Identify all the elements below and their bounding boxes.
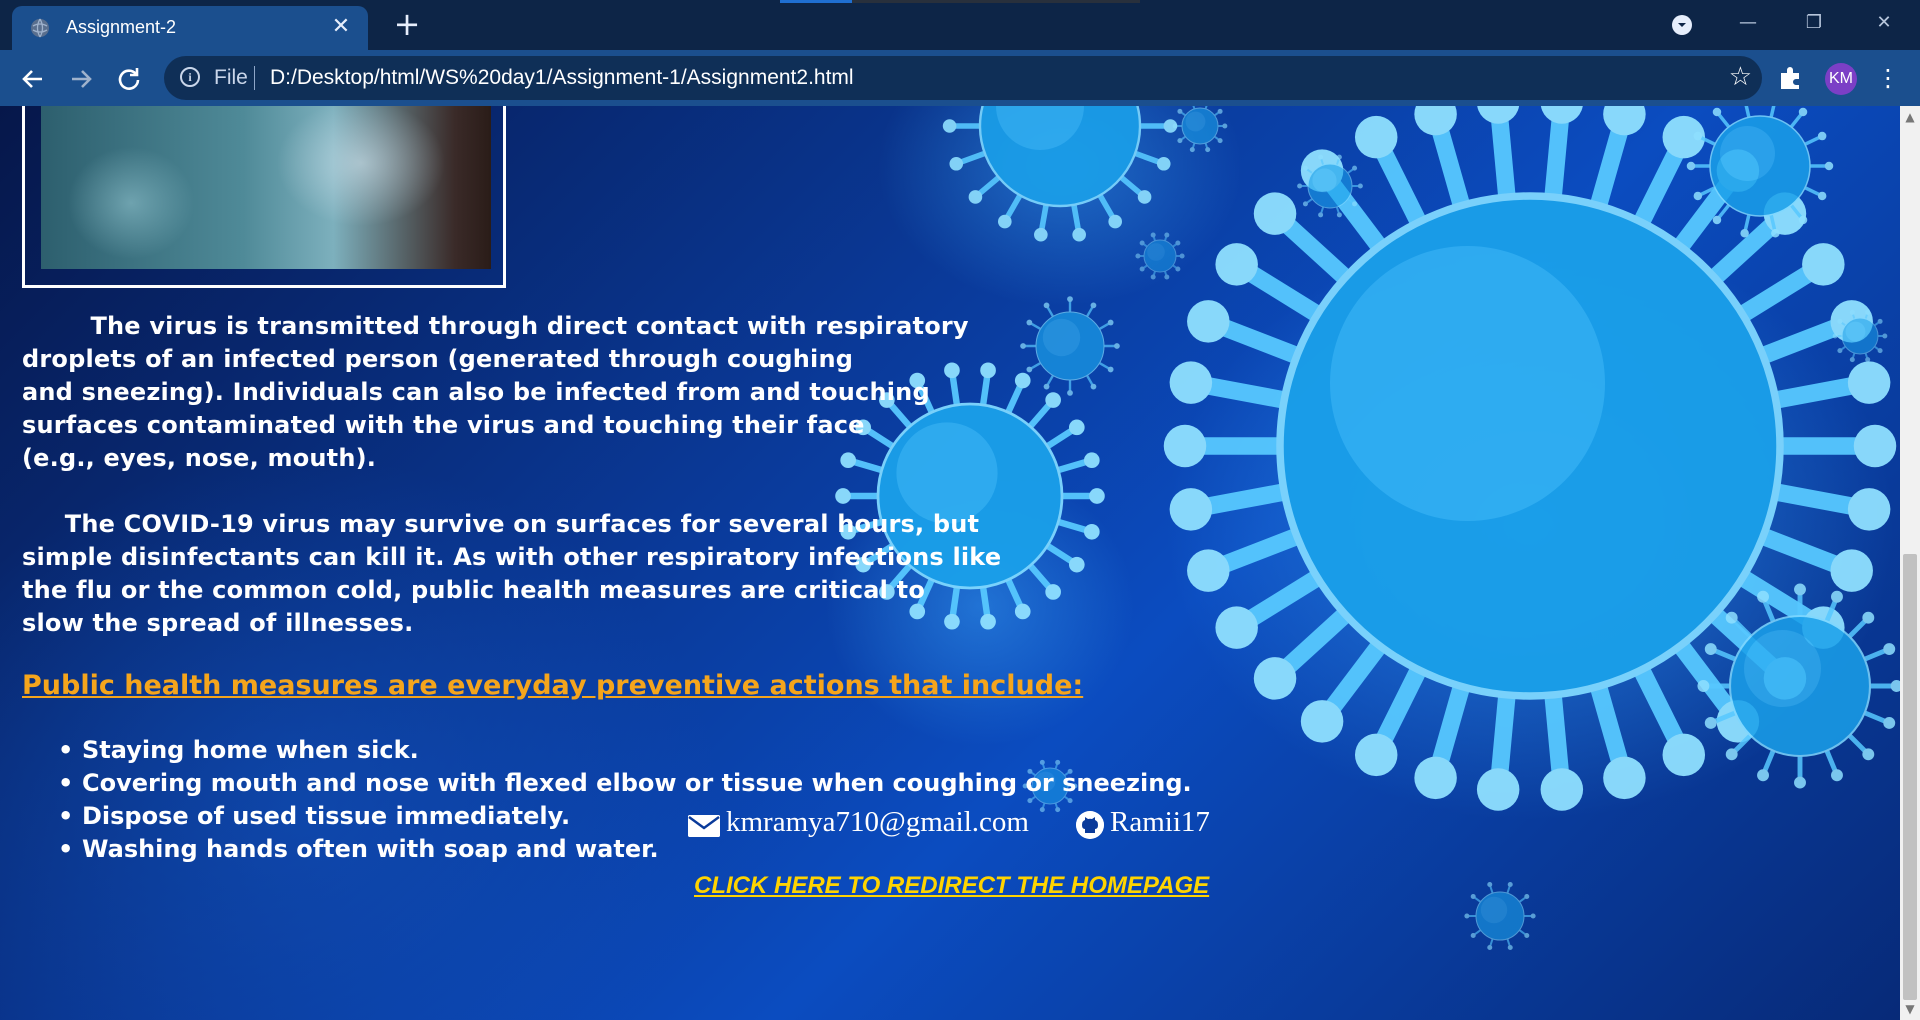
measures-list: • Staying home when sick. • Covering mouth…: [56, 734, 1192, 866]
browser-titlebar: Assignment-2 ✕ + — ❐ ✕: [0, 0, 1920, 50]
bookmark-star-icon[interactable]: ☆: [1729, 63, 1752, 91]
forward-arrow-icon[interactable]: [66, 64, 96, 94]
hero-image-frame: [22, 106, 506, 288]
list-item: • Staying home when sick.: [58, 736, 419, 764]
kebab-menu-icon[interactable]: ⋮: [1876, 64, 1900, 94]
reload-icon[interactable]: [114, 64, 144, 94]
scrollbar-thumb[interactable]: [1903, 554, 1917, 1000]
close-window-icon[interactable]: ✕: [1866, 8, 1902, 38]
new-tab-button[interactable]: +: [390, 8, 424, 42]
info-icon[interactable]: i: [180, 67, 200, 87]
envelope-icon: [688, 815, 720, 837]
globe-icon: [31, 18, 49, 38]
page-scrollbar[interactable]: ▲ ▼: [1900, 106, 1920, 1020]
github-link[interactable]: Ramii17: [1110, 806, 1210, 839]
address-bar[interactable]: i File D:/Desktop/html/WS%20day1/Assignm…: [164, 56, 1762, 100]
tab-search-icon[interactable]: [1672, 15, 1692, 35]
browser-toolbar: i File D:/Desktop/html/WS%20day1/Assignm…: [0, 50, 1920, 106]
scroll-up-arrow-icon[interactable]: ▲: [1900, 110, 1920, 124]
email-link[interactable]: kmramya710@gmail.com: [726, 806, 1029, 839]
tab-close-icon[interactable]: ✕: [328, 14, 354, 40]
transmission-paragraph: The virus is transmitted through direct …: [22, 312, 969, 472]
restore-icon[interactable]: ❐: [1796, 8, 1832, 38]
omnibox-divider: [254, 66, 255, 90]
tab-title: Assignment-2: [66, 17, 177, 37]
avatar[interactable]: KM: [1825, 63, 1857, 95]
homepage-redirect-link[interactable]: CLICK HERE TO REDIRECT THE HOMEPAGE: [694, 872, 1209, 900]
url-scheme: File: [214, 66, 248, 89]
url-text[interactable]: D:/Desktop/html/WS%20day1/Assignment-1/A…: [270, 66, 854, 90]
survival-paragraph: The COVID-19 virus may survive on surfac…: [22, 510, 1002, 637]
scroll-down-arrow-icon[interactable]: ▼: [1900, 1002, 1920, 1016]
hero-image: [41, 106, 491, 269]
list-item: • Covering mouth and nose with flexed elb…: [58, 769, 1192, 797]
github-icon: [1076, 811, 1104, 839]
extensions-puzzle-icon[interactable]: [1776, 64, 1804, 92]
measures-heading: Public health measures are everyday prev…: [22, 670, 1084, 701]
tab-strip-indicator: [780, 0, 1140, 3]
back-arrow-icon[interactable]: [18, 64, 48, 94]
minimize-icon[interactable]: —: [1730, 8, 1766, 38]
browser-tab[interactable]: Assignment-2 ✕: [12, 6, 368, 50]
